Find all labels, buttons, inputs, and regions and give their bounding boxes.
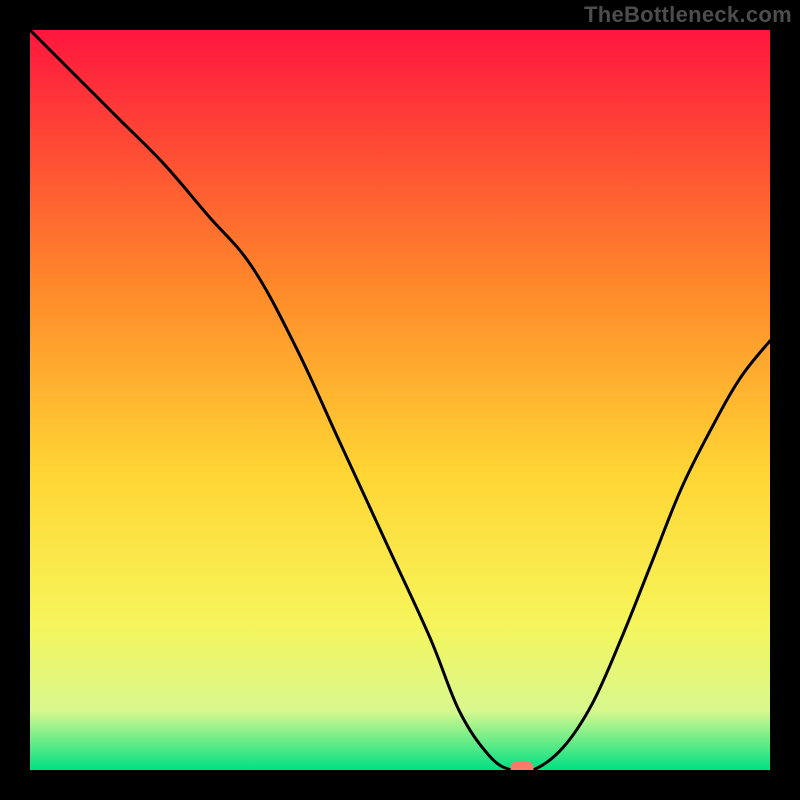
attribution-label: TheBottleneck.com bbox=[584, 2, 792, 28]
chart-stage: TheBottleneck.com bbox=[0, 0, 800, 800]
bottleneck-chart bbox=[0, 0, 800, 800]
